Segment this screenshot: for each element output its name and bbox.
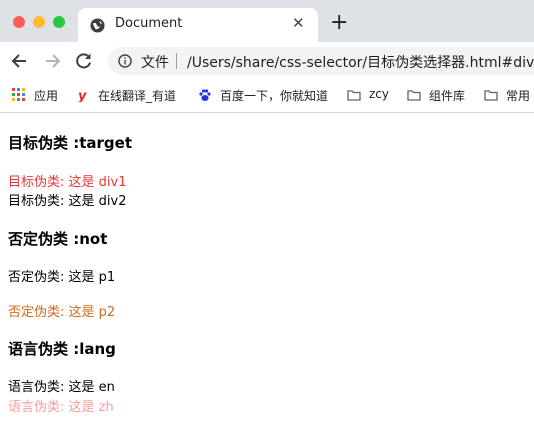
window-maximize-button[interactable] xyxy=(53,16,65,28)
tab-strip: Document ✕ + xyxy=(0,0,534,42)
bookmark-label: 在线翻译_有道 xyxy=(98,89,177,103)
not-p2-text: 否定伪类: 这是 p2 xyxy=(8,305,116,320)
url-text[interactable]: /Users/share/css-selector/目标伪类选择器.html#d… xyxy=(187,52,534,72)
heading-not: 否定伪类 :not xyxy=(8,230,108,248)
bookmark-label: 应用 xyxy=(34,89,59,103)
bookmark-label: 组件库 xyxy=(429,89,466,103)
forward-arrow-icon[interactable] xyxy=(42,51,62,71)
folder-icon xyxy=(347,90,361,101)
folder-icon xyxy=(484,90,498,101)
close-icon[interactable]: ✕ xyxy=(292,14,305,32)
tab-title: Document xyxy=(115,16,183,31)
globe-icon xyxy=(90,18,105,33)
lang-zh-text: 语言伪类: 这是 zh xyxy=(8,400,114,415)
site-info-label: 文件 xyxy=(141,55,169,71)
reload-icon[interactable] xyxy=(74,51,94,71)
address-separator xyxy=(176,53,177,69)
heading-lang: 语言伪类 :lang xyxy=(8,340,116,358)
target-div1-text: 目标伪类: 这是 div1 xyxy=(8,175,127,190)
lang-en-text: 语言伪类: 这是 en xyxy=(8,380,115,395)
address-bar[interactable]: 文件 /Users/share/css-selector/目标伪类选择器.htm… xyxy=(108,47,534,75)
bookmark-label: 百度一下，你就知道 xyxy=(220,89,329,103)
toolbar: 文件 /Users/share/css-selector/目标伪类选择器.htm… xyxy=(0,42,534,80)
page-content: 目标伪类 :target 目标伪类: 这是 div1 目标伪类: 这是 div2… xyxy=(0,113,534,425)
folder-icon xyxy=(407,90,421,101)
window-close-button[interactable] xyxy=(13,16,25,28)
info-icon[interactable] xyxy=(118,54,132,68)
tab-document[interactable]: Document ✕ xyxy=(78,8,318,42)
bookmark-label: 常用 xyxy=(506,89,531,103)
target-div2-text: 目标伪类: 这是 div2 xyxy=(8,194,127,209)
baidu-paw-icon xyxy=(199,89,211,101)
not-p1-text: 否定伪类: 这是 p1 xyxy=(8,270,116,285)
new-tab-button[interactable]: + xyxy=(330,12,348,34)
window-minimize-button[interactable] xyxy=(33,16,45,28)
back-arrow-icon[interactable] xyxy=(10,51,30,71)
bookmark-label: zcy xyxy=(369,87,389,101)
apps-grid-icon xyxy=(12,88,25,101)
youdao-icon: y xyxy=(78,89,87,102)
bookmarks-bar: 应用 y 在线翻译_有道 百度一下，你就知道 zcy 组件库 常用 xyxy=(0,80,534,113)
heading-target: 目标伪类 :target xyxy=(8,134,132,152)
svg-text:y: y xyxy=(78,89,87,102)
